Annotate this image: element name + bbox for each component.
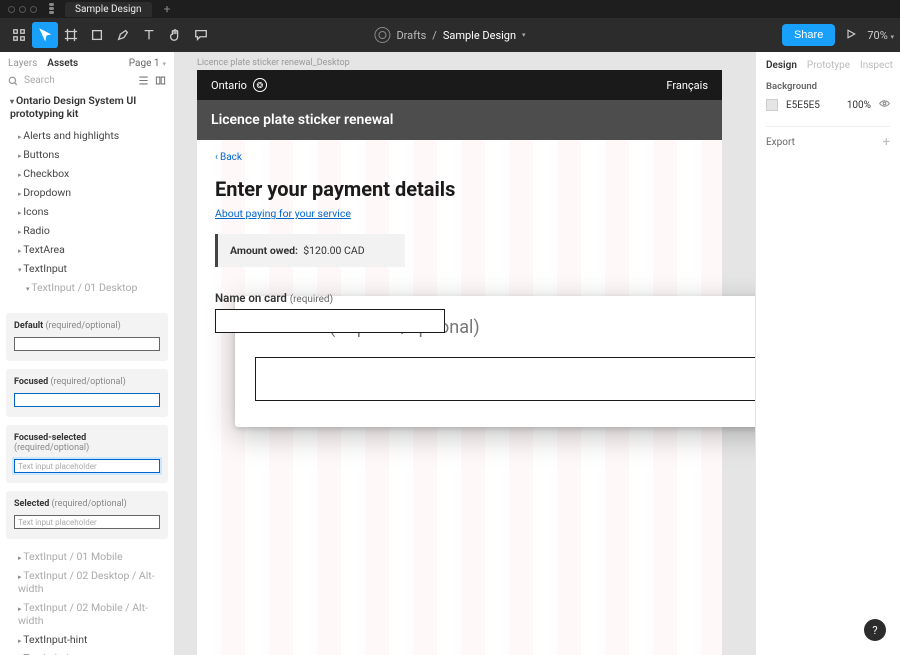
variant-suffix: (required/optional) [52,499,127,509]
search-icon [8,76,18,86]
asset-subgroup[interactable]: TextInput / 02 Desktop / Alt-width [10,566,164,598]
variant-card-selected[interactable]: Selected (required/optional) Text input … [6,491,168,539]
right-panel: Design Prototype Inspect Background E5E5… [755,52,900,655]
placeholder-text: Text input placeholder [15,516,159,529]
brand-name: Ontario [211,79,247,92]
variant-preview-input: Text input placeholder [14,515,160,529]
back-link-label: Back [220,152,242,163]
library-icon[interactable] [155,75,166,86]
frame-name-label[interactable]: Licence plate sticker renewal_Desktop [197,58,350,68]
tab-inspect[interactable]: Inspect [860,60,893,71]
name-on-card-label: Name on card (required) [215,291,704,305]
name-on-card-input[interactable] [215,309,445,333]
bg-opacity[interactable]: 100% [847,100,871,111]
bg-color-hex[interactable]: E5E5E5 [786,100,820,111]
app-logo[interactable] [49,3,59,15]
chevron-left-icon: ‹ [215,152,218,163]
amount-owed-callout: Amount owed: $120.00 CAD [215,234,405,267]
asset-library-root[interactable]: Ontario Design System UI prototyping kit [10,94,164,120]
asset-group[interactable]: Alerts and highlights [10,126,164,145]
variant-card-default[interactable]: Default (required/optional) [6,313,168,361]
variant-preview-input [14,337,160,351]
owed-label: Amount owed: [230,244,298,257]
zoom-level[interactable]: 70% ▾ [867,29,894,42]
asset-group[interactable]: TextInput [10,259,164,278]
asset-subgroup[interactable]: TextInput / 02 Mobile / Alt-width [10,598,164,630]
site-subheader: Licence plate sticker renewal [197,100,722,140]
toolbar-left [6,22,214,48]
assets-search-input[interactable]: Search [24,75,132,86]
variant-preview-input: Text input placeholder [14,459,160,473]
lang-toggle-link[interactable]: Français [666,79,708,92]
bg-color-swatch[interactable] [766,99,778,111]
asset-group[interactable]: TextInput-hint [10,630,164,649]
new-tab-button[interactable]: + [164,2,171,16]
asset-subgroup[interactable]: TextInput / 01 Desktop [10,278,164,297]
variant-suffix: (required/optional) [45,321,120,331]
present-button[interactable] [845,28,857,43]
add-export-button[interactable]: + [883,135,890,150]
chevron-down-icon[interactable]: ▾ [522,31,526,39]
chevron-down-icon: ▾ [890,33,894,41]
list-view-icon[interactable] [138,75,149,86]
placeholder-text: Text input placeholder [15,460,159,473]
breadcrumb-drafts[interactable]: Drafts [396,29,426,42]
text-tool[interactable] [136,22,162,48]
hand-tool[interactable] [162,22,188,48]
main-menu-button[interactable] [6,22,32,48]
help-fab[interactable]: ? [864,619,886,641]
variant-label: Focused-selected [14,433,86,443]
document-tab[interactable]: Sample Design [65,2,152,17]
comment-tool[interactable] [188,22,214,48]
move-tool[interactable] [32,22,58,48]
owed-value: $120.00 CAD [303,244,364,257]
asset-subgroup[interactable]: TextInput / 01 Mobile [10,547,164,566]
export-section-label: Export [766,137,795,148]
asset-group[interactable]: TextLabel [10,649,164,655]
left-panel: Layers Assets Page 1 ▾ Search Ontario De… [0,52,175,655]
variant-suffix: (required/optional) [50,377,125,387]
back-link[interactable]: ‹ Back [215,152,704,163]
background-section-label: Background [766,81,890,92]
asset-group[interactable]: Buttons [10,145,164,164]
page-heading: Enter your payment details [215,177,704,201]
asset-group[interactable]: Radio [10,221,164,240]
window-controls[interactable] [8,6,37,13]
variant-card-focused-selected[interactable]: Focused-selected (required/optional) Tex… [6,425,168,483]
site-header: Ontario ❂ Français [197,70,722,100]
shape-tool[interactable] [84,22,110,48]
breadcrumb[interactable]: Drafts / Sample Design ▾ [374,27,525,43]
variant-preview-input [14,393,160,407]
toolbar: Drafts / Sample Design ▾ Share 70% ▾ [0,18,900,52]
asset-group[interactable]: Dropdown [10,183,164,202]
help-link[interactable]: About paying for your service [215,207,351,220]
preview-input [255,357,755,401]
variant-label: Default [14,321,43,331]
chevron-down-icon: ▾ [162,60,166,68]
variant-label: Focused [14,377,48,387]
frame-tool[interactable] [58,22,84,48]
tab-prototype[interactable]: Prototype [807,60,850,71]
asset-group[interactable]: Checkbox [10,164,164,183]
trillium-logo-icon: ❂ [253,78,267,92]
visibility-toggle-icon[interactable] [879,98,890,112]
tab-design[interactable]: Design [766,60,797,71]
share-button[interactable]: Share [782,24,835,46]
tab-assets[interactable]: Assets [47,58,78,69]
asset-group[interactable]: TextArea [10,240,164,259]
variant-label: Selected [14,499,49,509]
page-selector[interactable]: Page 1 ▾ [129,58,166,69]
canvas[interactable]: Licence plate sticker renewal_Desktop On… [175,52,755,655]
variant-suffix: (required/optional) [14,443,89,453]
window-tabbar: Sample Design + [0,0,900,18]
asset-group[interactable]: Icons [10,202,164,221]
pen-tool[interactable] [110,22,136,48]
team-avatar-icon [374,27,390,43]
variant-card-focused[interactable]: Focused (required/optional) [6,369,168,417]
breadcrumb-docname[interactable]: Sample Design [443,29,516,42]
tab-layers[interactable]: Layers [8,58,37,69]
